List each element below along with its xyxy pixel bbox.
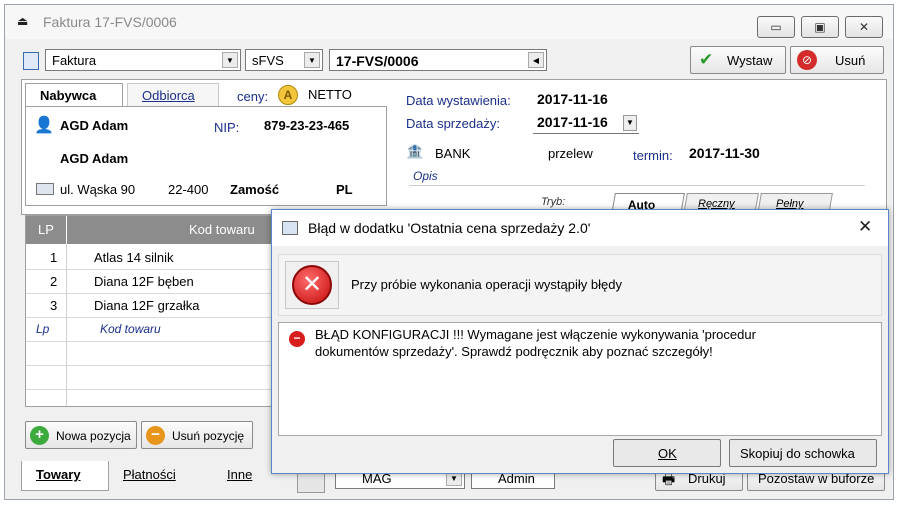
- maximize-button[interactable]: ▣: [801, 16, 839, 38]
- tab-other-label: Inne: [227, 467, 253, 482]
- add-item-label: Nowa pozycja: [56, 429, 131, 443]
- dialog-header-message: Przy próbie wykonania operacji wystąpiły…: [351, 277, 622, 292]
- issue-label: Wystaw: [727, 53, 773, 68]
- nip-value[interactable]: 879-23-23-465: [264, 118, 349, 133]
- column-divider: [66, 244, 67, 406]
- price-type-badge[interactable]: A: [278, 85, 298, 105]
- delete-button[interactable]: ⊘ Usuń: [790, 46, 884, 74]
- copy-to-clipboard-label: Skopiuj do schowka: [740, 446, 855, 461]
- description-label: Opis: [413, 169, 438, 183]
- close-button[interactable]: ✕: [845, 16, 883, 38]
- ok-button[interactable]: OK: [613, 439, 721, 467]
- tab-recipient[interactable]: Odbiorca: [127, 83, 219, 107]
- dialog-title-bar: Błąd w dodatku 'Ostatnia cena sprzedaży …: [272, 210, 888, 246]
- tab-recipient-label: Odbiorca: [142, 88, 195, 103]
- row-code: Atlas 14 silnik: [94, 250, 174, 265]
- error-icon-frame: ✕: [285, 261, 339, 309]
- country-value: PL: [336, 182, 353, 197]
- series-select[interactable]: sFVS ▼: [245, 49, 323, 71]
- remove-item-label: Usuń pozycję: [172, 429, 245, 443]
- system-menu-icon[interactable]: ⏏: [17, 14, 31, 28]
- buyer-name[interactable]: AGD Adam: [60, 118, 128, 133]
- row-code: Diana 12F grzałka: [94, 298, 200, 313]
- minus-icon: −: [146, 426, 165, 445]
- title-bar: ⏏ Faktura 17-FVS/0006 ▭ ▣ ✕: [5, 5, 893, 39]
- row-code: Diana 12F bęben: [94, 274, 194, 289]
- tab-payments[interactable]: Płatności: [113, 461, 205, 491]
- tab-items-label: Towary: [36, 467, 81, 482]
- issue-button[interactable]: ✔ Wystaw: [690, 46, 786, 74]
- grid-header-code-label: Kod towaru: [189, 222, 255, 237]
- sale-date-picker[interactable]: 2017-11-16 ▼: [533, 112, 639, 134]
- grid-header-lp[interactable]: LP: [26, 216, 66, 244]
- forbidden-icon: ⊘: [797, 50, 817, 70]
- street-value: ul. Wąska 90: [60, 182, 136, 197]
- add-item-button[interactable]: + Nowa pozycja: [25, 421, 137, 449]
- address-card-icon: [36, 183, 54, 195]
- tab-payments-label: Płatności: [123, 467, 176, 482]
- app-window-icon: [282, 221, 298, 235]
- prices-label: ceny:: [237, 89, 269, 104]
- error-text-line-2: dokumentów sprzedaży'. Sprawdź podręczni…: [315, 344, 713, 359]
- nip-label: NIP:: [214, 120, 240, 135]
- tab-other[interactable]: Inne: [217, 461, 267, 491]
- error-bullet-icon: −: [289, 331, 305, 347]
- error-details-box[interactable]: − BŁĄD KONFIGURACJI !!! Wymagane jest wł…: [278, 322, 882, 436]
- postcode-value: 22-400: [168, 182, 209, 197]
- remove-item-button[interactable]: − Usuń pozycję: [141, 421, 253, 449]
- error-dialog: Błąd w dodatku 'Ostatnia cena sprzedaży …: [271, 209, 889, 474]
- tab-buyer[interactable]: Nabywca: [25, 83, 123, 107]
- series-value: sFVS: [252, 53, 284, 68]
- mode-label: Tryb:: [541, 196, 566, 208]
- plus-icon: +: [30, 426, 49, 445]
- error-x-icon: ✕: [292, 265, 332, 305]
- document-type-select[interactable]: Faktura ▼: [45, 49, 241, 71]
- new-row-lp: Lp: [36, 322, 50, 336]
- bank-icon: 🏦: [406, 143, 424, 159]
- row-lp: 1: [50, 250, 58, 265]
- chevron-down-icon[interactable]: ▼: [623, 115, 637, 131]
- payment-method-value[interactable]: przelew: [548, 146, 593, 161]
- document-type-value: Faktura: [52, 53, 97, 68]
- term-value[interactable]: 2017-11-30: [689, 145, 760, 161]
- document-number-field[interactable]: 17-FVS/0006 ◀: [329, 49, 547, 71]
- sale-date-label: Data sprzedaży:: [406, 116, 500, 131]
- copy-to-clipboard-button[interactable]: Skopiuj do schowka: [729, 439, 877, 467]
- dialog-close-button[interactable]: ✕: [858, 217, 872, 237]
- row-lp: 3: [50, 298, 58, 313]
- chevron-down-icon[interactable]: ▼: [222, 52, 238, 68]
- person-icon: 👤: [34, 117, 54, 134]
- ok-label: OK: [658, 446, 677, 461]
- checkmark-icon: ✔: [699, 50, 714, 69]
- new-row-code: Kod towaru: [100, 322, 161, 336]
- description-divider: [409, 185, 865, 186]
- buyer-name-second: AGD Adam: [60, 151, 129, 166]
- tab-buyer-label: Nabywca: [40, 88, 97, 103]
- chevron-down-icon[interactable]: ▼: [304, 52, 320, 68]
- window-title: Faktura 17-FVS/0006: [43, 14, 177, 30]
- delete-label: Usuń: [835, 53, 866, 68]
- error-text-line-1: BŁĄD KONFIGURACJI !!! Wymagane jest włąc…: [315, 327, 756, 342]
- row-lp: 2: [50, 274, 58, 289]
- dialog-header: ✕ Przy próbie wykonania operacji wystąpi…: [278, 254, 882, 316]
- document-icon: [23, 52, 39, 70]
- prices-value: NETTO: [308, 87, 352, 102]
- city-value: Zamość: [230, 182, 280, 197]
- issue-date-value[interactable]: 2017-11-16: [537, 91, 608, 107]
- chevron-left-icon[interactable]: ◀: [528, 52, 544, 68]
- bank-value[interactable]: BANK: [435, 146, 470, 161]
- document-number-value: 17-FVS/0006: [336, 53, 419, 69]
- dialog-title: Błąd w dodatku 'Ostatnia cena sprzedaży …: [308, 220, 591, 236]
- sale-date-value: 2017-11-16: [537, 114, 608, 130]
- tab-items[interactable]: Towary: [21, 461, 109, 491]
- buyer-details: 👤 AGD Adam NIP: 879-23-23-465 AGD Adam u…: [25, 106, 387, 206]
- grid-header-lp-label: LP: [38, 222, 54, 237]
- term-label: termin:: [633, 148, 673, 163]
- minimize-button[interactable]: ▭: [757, 16, 795, 38]
- issue-date-label: Data wystawienia:: [406, 93, 511, 108]
